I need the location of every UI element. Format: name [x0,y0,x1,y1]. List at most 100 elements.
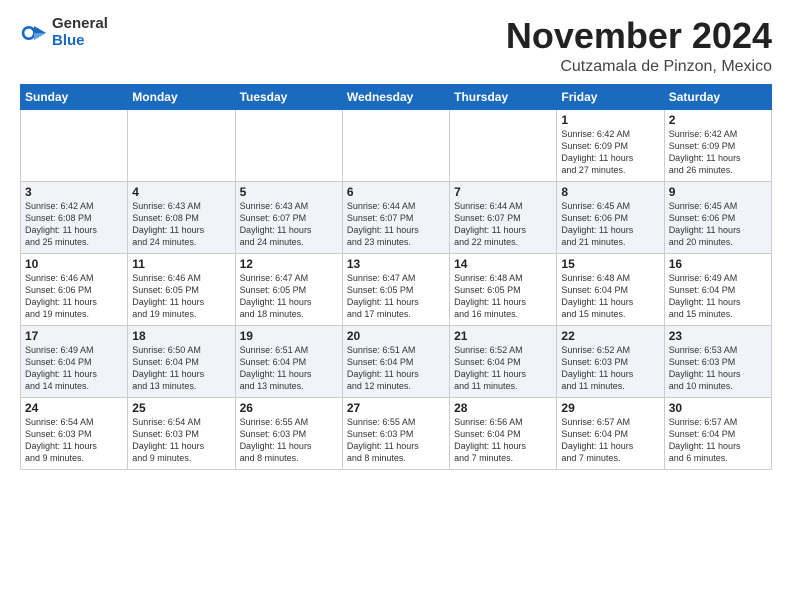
day-info: Sunrise: 6:53 AM Sunset: 6:03 PM Dayligh… [669,344,767,393]
header-cell-wednesday: Wednesday [342,84,449,109]
day-info: Sunrise: 6:57 AM Sunset: 6:04 PM Dayligh… [669,416,767,465]
month-title: November 2024 [506,16,772,56]
calendar-cell [450,109,557,181]
calendar-cell: 6Sunrise: 6:44 AM Sunset: 6:07 PM Daylig… [342,181,449,253]
calendar-cell: 22Sunrise: 6:52 AM Sunset: 6:03 PM Dayli… [557,325,664,397]
day-number: 14 [454,257,552,271]
day-info: Sunrise: 6:51 AM Sunset: 6:04 PM Dayligh… [240,344,338,393]
day-info: Sunrise: 6:45 AM Sunset: 6:06 PM Dayligh… [669,200,767,249]
day-number: 12 [240,257,338,271]
calendar-week-2: 3Sunrise: 6:42 AM Sunset: 6:08 PM Daylig… [21,181,772,253]
day-info: Sunrise: 6:42 AM Sunset: 6:09 PM Dayligh… [669,128,767,177]
calendar-cell: 30Sunrise: 6:57 AM Sunset: 6:04 PM Dayli… [664,397,771,469]
calendar-cell: 1Sunrise: 6:42 AM Sunset: 6:09 PM Daylig… [557,109,664,181]
day-info: Sunrise: 6:48 AM Sunset: 6:04 PM Dayligh… [561,272,659,321]
calendar-cell [128,109,235,181]
day-info: Sunrise: 6:42 AM Sunset: 6:08 PM Dayligh… [25,200,123,249]
day-info: Sunrise: 6:48 AM Sunset: 6:05 PM Dayligh… [454,272,552,321]
day-number: 5 [240,185,338,199]
day-number: 18 [132,329,230,343]
day-info: Sunrise: 6:56 AM Sunset: 6:04 PM Dayligh… [454,416,552,465]
calendar-body: 1Sunrise: 6:42 AM Sunset: 6:09 PM Daylig… [21,109,772,469]
calendar-cell: 24Sunrise: 6:54 AM Sunset: 6:03 PM Dayli… [21,397,128,469]
calendar-cell: 10Sunrise: 6:46 AM Sunset: 6:06 PM Dayli… [21,253,128,325]
header-cell-monday: Monday [128,84,235,109]
day-info: Sunrise: 6:44 AM Sunset: 6:07 PM Dayligh… [454,200,552,249]
calendar-cell: 2Sunrise: 6:42 AM Sunset: 6:09 PM Daylig… [664,109,771,181]
day-info: Sunrise: 6:45 AM Sunset: 6:06 PM Dayligh… [561,200,659,249]
calendar-cell: 29Sunrise: 6:57 AM Sunset: 6:04 PM Dayli… [557,397,664,469]
header-cell-tuesday: Tuesday [235,84,342,109]
day-number: 11 [132,257,230,271]
calendar-cell: 8Sunrise: 6:45 AM Sunset: 6:06 PM Daylig… [557,181,664,253]
day-number: 20 [347,329,445,343]
logo-general-text: General [52,16,108,33]
calendar-cell: 18Sunrise: 6:50 AM Sunset: 6:04 PM Dayli… [128,325,235,397]
calendar-cell: 28Sunrise: 6:56 AM Sunset: 6:04 PM Dayli… [450,397,557,469]
header-cell-thursday: Thursday [450,84,557,109]
day-info: Sunrise: 6:43 AM Sunset: 6:07 PM Dayligh… [240,200,338,249]
day-number: 23 [669,329,767,343]
day-info: Sunrise: 6:47 AM Sunset: 6:05 PM Dayligh… [347,272,445,321]
calendar-cell: 23Sunrise: 6:53 AM Sunset: 6:03 PM Dayli… [664,325,771,397]
day-number: 26 [240,401,338,415]
calendar-cell: 26Sunrise: 6:55 AM Sunset: 6:03 PM Dayli… [235,397,342,469]
day-number: 13 [347,257,445,271]
calendar-cell: 11Sunrise: 6:46 AM Sunset: 6:05 PM Dayli… [128,253,235,325]
day-number: 21 [454,329,552,343]
location-title: Cutzamala de Pinzon, Mexico [506,58,772,76]
calendar-week-4: 17Sunrise: 6:49 AM Sunset: 6:04 PM Dayli… [21,325,772,397]
day-number: 1 [561,113,659,127]
logo: General Blue [20,16,108,49]
day-info: Sunrise: 6:49 AM Sunset: 6:04 PM Dayligh… [25,344,123,393]
day-number: 28 [454,401,552,415]
day-info: Sunrise: 6:55 AM Sunset: 6:03 PM Dayligh… [240,416,338,465]
calendar-cell: 20Sunrise: 6:51 AM Sunset: 6:04 PM Dayli… [342,325,449,397]
header-cell-sunday: Sunday [21,84,128,109]
day-number: 2 [669,113,767,127]
day-number: 8 [561,185,659,199]
day-info: Sunrise: 6:55 AM Sunset: 6:03 PM Dayligh… [347,416,445,465]
day-number: 7 [454,185,552,199]
day-number: 17 [25,329,123,343]
calendar-cell: 3Sunrise: 6:42 AM Sunset: 6:08 PM Daylig… [21,181,128,253]
day-info: Sunrise: 6:51 AM Sunset: 6:04 PM Dayligh… [347,344,445,393]
day-number: 3 [25,185,123,199]
title-block: November 2024 Cutzamala de Pinzon, Mexic… [506,16,772,76]
day-number: 15 [561,257,659,271]
day-number: 9 [669,185,767,199]
day-info: Sunrise: 6:42 AM Sunset: 6:09 PM Dayligh… [561,128,659,177]
calendar-header: SundayMondayTuesdayWednesdayThursdayFrid… [21,84,772,109]
logo-blue-text: Blue [52,33,108,50]
calendar-week-3: 10Sunrise: 6:46 AM Sunset: 6:06 PM Dayli… [21,253,772,325]
day-number: 30 [669,401,767,415]
day-info: Sunrise: 6:52 AM Sunset: 6:04 PM Dayligh… [454,344,552,393]
day-info: Sunrise: 6:44 AM Sunset: 6:07 PM Dayligh… [347,200,445,249]
header-cell-friday: Friday [557,84,664,109]
day-number: 22 [561,329,659,343]
header-row: General Blue November 2024 Cutzamala de … [20,16,772,76]
calendar-cell: 13Sunrise: 6:47 AM Sunset: 6:05 PM Dayli… [342,253,449,325]
logo-text: General Blue [52,16,108,49]
calendar-cell: 5Sunrise: 6:43 AM Sunset: 6:07 PM Daylig… [235,181,342,253]
calendar-cell: 12Sunrise: 6:47 AM Sunset: 6:05 PM Dayli… [235,253,342,325]
day-info: Sunrise: 6:52 AM Sunset: 6:03 PM Dayligh… [561,344,659,393]
calendar-cell: 7Sunrise: 6:44 AM Sunset: 6:07 PM Daylig… [450,181,557,253]
day-number: 25 [132,401,230,415]
calendar-cell: 25Sunrise: 6:54 AM Sunset: 6:03 PM Dayli… [128,397,235,469]
day-info: Sunrise: 6:54 AM Sunset: 6:03 PM Dayligh… [132,416,230,465]
calendar-cell: 21Sunrise: 6:52 AM Sunset: 6:04 PM Dayli… [450,325,557,397]
day-number: 24 [25,401,123,415]
header-cell-saturday: Saturday [664,84,771,109]
day-number: 27 [347,401,445,415]
day-info: Sunrise: 6:46 AM Sunset: 6:06 PM Dayligh… [25,272,123,321]
day-info: Sunrise: 6:46 AM Sunset: 6:05 PM Dayligh… [132,272,230,321]
calendar-cell: 16Sunrise: 6:49 AM Sunset: 6:04 PM Dayli… [664,253,771,325]
calendar-week-5: 24 Sunrise: 6:54 AM Sunset: 6:03 PM Dayli… [21,397,772,469]
calendar-week-1: 1Sunrise: 6:42 AM Sunset: 6:09 PM Daylig… [21,109,772,181]
logo-icon [20,19,48,47]
day-info: Sunrise: 6:43 AM Sunset: 6:08 PM Dayligh… [132,200,230,249]
calendar-cell: 9Sunrise: 6:45 AM Sunset: 6:06 PM Daylig… [664,181,771,253]
calendar-cell: 4Sunrise: 6:43 AM Sunset: 6:08 PM Daylig… [128,181,235,253]
calendar-cell [21,109,128,181]
